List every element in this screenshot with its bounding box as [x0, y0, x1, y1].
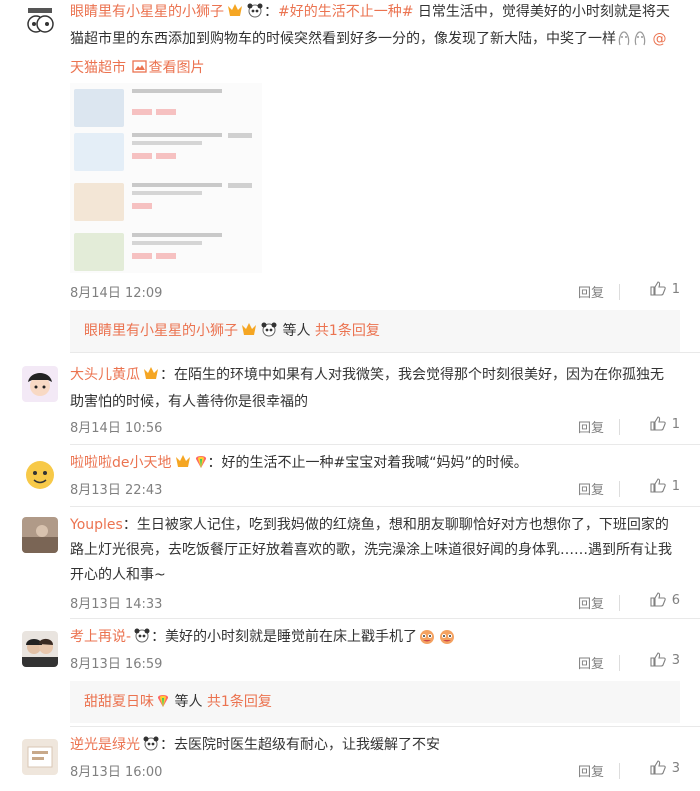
divider — [70, 506, 700, 507]
thumb-up-icon — [650, 281, 666, 296]
laugh-emoji-icon — [616, 29, 648, 56]
divider — [619, 655, 620, 671]
like-button[interactable]: 1 — [626, 416, 680, 432]
like-count: 1 — [671, 417, 680, 432]
like-count: 3 — [671, 653, 680, 668]
like-count: 6 — [671, 593, 680, 608]
view-image-link[interactable]: 查看图片 — [148, 60, 204, 76]
vip-badge-icon — [226, 2, 244, 27]
vip-badge-icon — [174, 453, 192, 478]
view-replies-link[interactable]: 共1条回复 — [315, 323, 380, 339]
rainbow-badge-icon — [194, 453, 208, 478]
comment-text: 啦啦啦de小天地 ：好的生活不止一种#宝宝对着我喊“妈妈”的时候。 — [70, 451, 676, 478]
thumb-up-icon — [650, 760, 666, 775]
username-link[interactable]: 大头儿黄瓜 — [70, 367, 140, 383]
panda-icon — [142, 735, 160, 760]
timestamp: 8月14日 12:09 — [70, 286, 163, 301]
username-link[interactable]: 逆光是绿光 — [70, 737, 140, 753]
timestamp: 8月14日 10:56 — [70, 421, 163, 436]
comment-text: 逆光是绿光 ：去医院时医生超级有耐心，让我缓解了不安 — [70, 733, 676, 760]
comment-text: 眼睛里有小星星的小狮子 ：#好的生活不止一种# 日常生活中，觉得美好的小时刻就是将… — [70, 0, 676, 83]
sub-reply-summary[interactable]: 眼睛里有小星星的小狮子 等人 共1条回复 — [70, 310, 680, 352]
hashtag-link[interactable]: #好的生活不止一种# — [278, 4, 413, 20]
comment-meta: 8月13日 16:00 回复 3 — [70, 760, 680, 781]
divider — [70, 444, 700, 445]
sub-reply-summary[interactable]: 甜甜夏日味 等人 共1条回复 — [70, 681, 680, 723]
like-count: 1 — [671, 479, 680, 494]
reply-button[interactable]: 回复 — [578, 479, 604, 498]
reply-button[interactable]: 回复 — [578, 282, 604, 301]
avatar[interactable] — [22, 739, 58, 775]
comment-meta: 8月13日 22:43 回复 1 — [70, 478, 680, 499]
panda-icon — [246, 2, 264, 27]
comment-text: 大头儿黄瓜 ：在陌生的环境中如果有人对我微笑，我会觉得那个时刻很美好，因为在你孤独… — [70, 365, 664, 410]
comment-meta: 8月14日 12:09 回复 1 — [70, 281, 680, 302]
timestamp: 8月13日 16:59 — [70, 657, 163, 672]
thumb-up-icon — [650, 652, 666, 667]
rainbow-badge-icon — [156, 683, 170, 725]
like-button[interactable]: 1 — [626, 478, 680, 494]
like-button[interactable]: 3 — [626, 760, 680, 776]
reply-button[interactable]: 回复 — [578, 653, 604, 672]
panda-icon — [260, 312, 278, 354]
divider — [70, 726, 700, 727]
username-link[interactable]: Youples — [70, 517, 123, 533]
thumb-up-icon — [650, 478, 666, 493]
vip-badge-icon — [142, 365, 160, 390]
username-link[interactable]: 啦啦啦de小天地 — [70, 455, 172, 471]
image-icon — [132, 58, 148, 83]
reply-button[interactable]: 回复 — [578, 761, 604, 780]
comment-text: Youples：生日被家人记住，吃到我妈做的红烧鱼，想和朋友聊聊恰好对方也想你了… — [70, 517, 672, 583]
timestamp: 8月13日 22:43 — [70, 483, 163, 498]
avatar[interactable] — [22, 517, 58, 553]
comment-item: 眼睛里有小星星的小狮子 ：#好的生活不止一种# 日常生活中，觉得美好的小时刻就是将… — [0, 0, 700, 360]
like-button[interactable]: 1 — [626, 281, 680, 297]
divider — [619, 481, 620, 497]
like-count: 1 — [671, 282, 680, 297]
comment-item: 啦啦啦de小天地 ：好的生活不止一种#宝宝对着我喊“妈妈”的时候。 8月13日 2… — [0, 449, 700, 509]
product-row — [74, 129, 258, 175]
like-count: 3 — [671, 761, 680, 776]
avatar[interactable] — [22, 366, 58, 402]
avatar[interactable] — [22, 631, 58, 667]
timestamp: 8月13日 14:33 — [70, 597, 163, 612]
vip-badge-icon — [240, 312, 258, 354]
comment-meta: 8月14日 10:56 回复 1 — [70, 416, 680, 437]
divider — [619, 419, 620, 435]
attached-image[interactable] — [70, 83, 262, 273]
product-row — [74, 179, 258, 225]
product-row — [74, 85, 258, 131]
comment-meta: 8月13日 14:33 回复 6 — [70, 592, 680, 613]
reply-button[interactable]: 回复 — [578, 417, 604, 436]
username-link[interactable]: 眼睛里有小星星的小狮子 — [70, 4, 224, 20]
divider — [619, 284, 620, 300]
product-row — [74, 229, 258, 273]
divider — [619, 763, 620, 779]
avatar[interactable] — [22, 4, 58, 40]
username-link[interactable]: 考上再说- — [70, 629, 131, 645]
thumb-up-icon — [650, 592, 666, 607]
comment-meta: 8月13日 16:59 回复 3 — [70, 652, 680, 673]
timestamp: 8月13日 16:00 — [70, 765, 163, 780]
divider — [70, 352, 700, 353]
like-button[interactable]: 6 — [626, 592, 680, 608]
divider — [70, 618, 700, 619]
comment-item: Youples：生日被家人记住，吃到我妈做的红烧鱼，想和朋友聊聊恰好对方也想你了… — [0, 511, 700, 619]
reply-button[interactable]: 回复 — [578, 593, 604, 612]
comment-item: 大头儿黄瓜 ：在陌生的环境中如果有人对我微笑，我会觉得那个时刻很美好，因为在你孤独… — [0, 360, 700, 446]
view-replies-link[interactable]: 共1条回复 — [207, 694, 272, 710]
laugh-emoji-icon — [417, 627, 457, 654]
panda-icon — [133, 627, 151, 652]
comment-text: 考上再说- ：美好的小时刻就是睡觉前在床上戳手机了 — [70, 625, 676, 654]
avatar[interactable] — [22, 457, 58, 493]
divider — [619, 595, 620, 611]
comment-list: 眼睛里有小星星的小狮子 ：#好的生活不止一种# 日常生活中，觉得美好的小时刻就是将… — [0, 0, 700, 791]
comment-item: 考上再说- ：美好的小时刻就是睡觉前在床上戳手机了 8月13日 16:59 回复 … — [0, 623, 700, 733]
like-button[interactable]: 3 — [626, 652, 680, 668]
comment-item: 逆光是绿光 ：去医院时医生超级有耐心，让我缓解了不安 8月13日 16:00 回复… — [0, 731, 700, 791]
thumb-up-icon — [650, 416, 666, 431]
